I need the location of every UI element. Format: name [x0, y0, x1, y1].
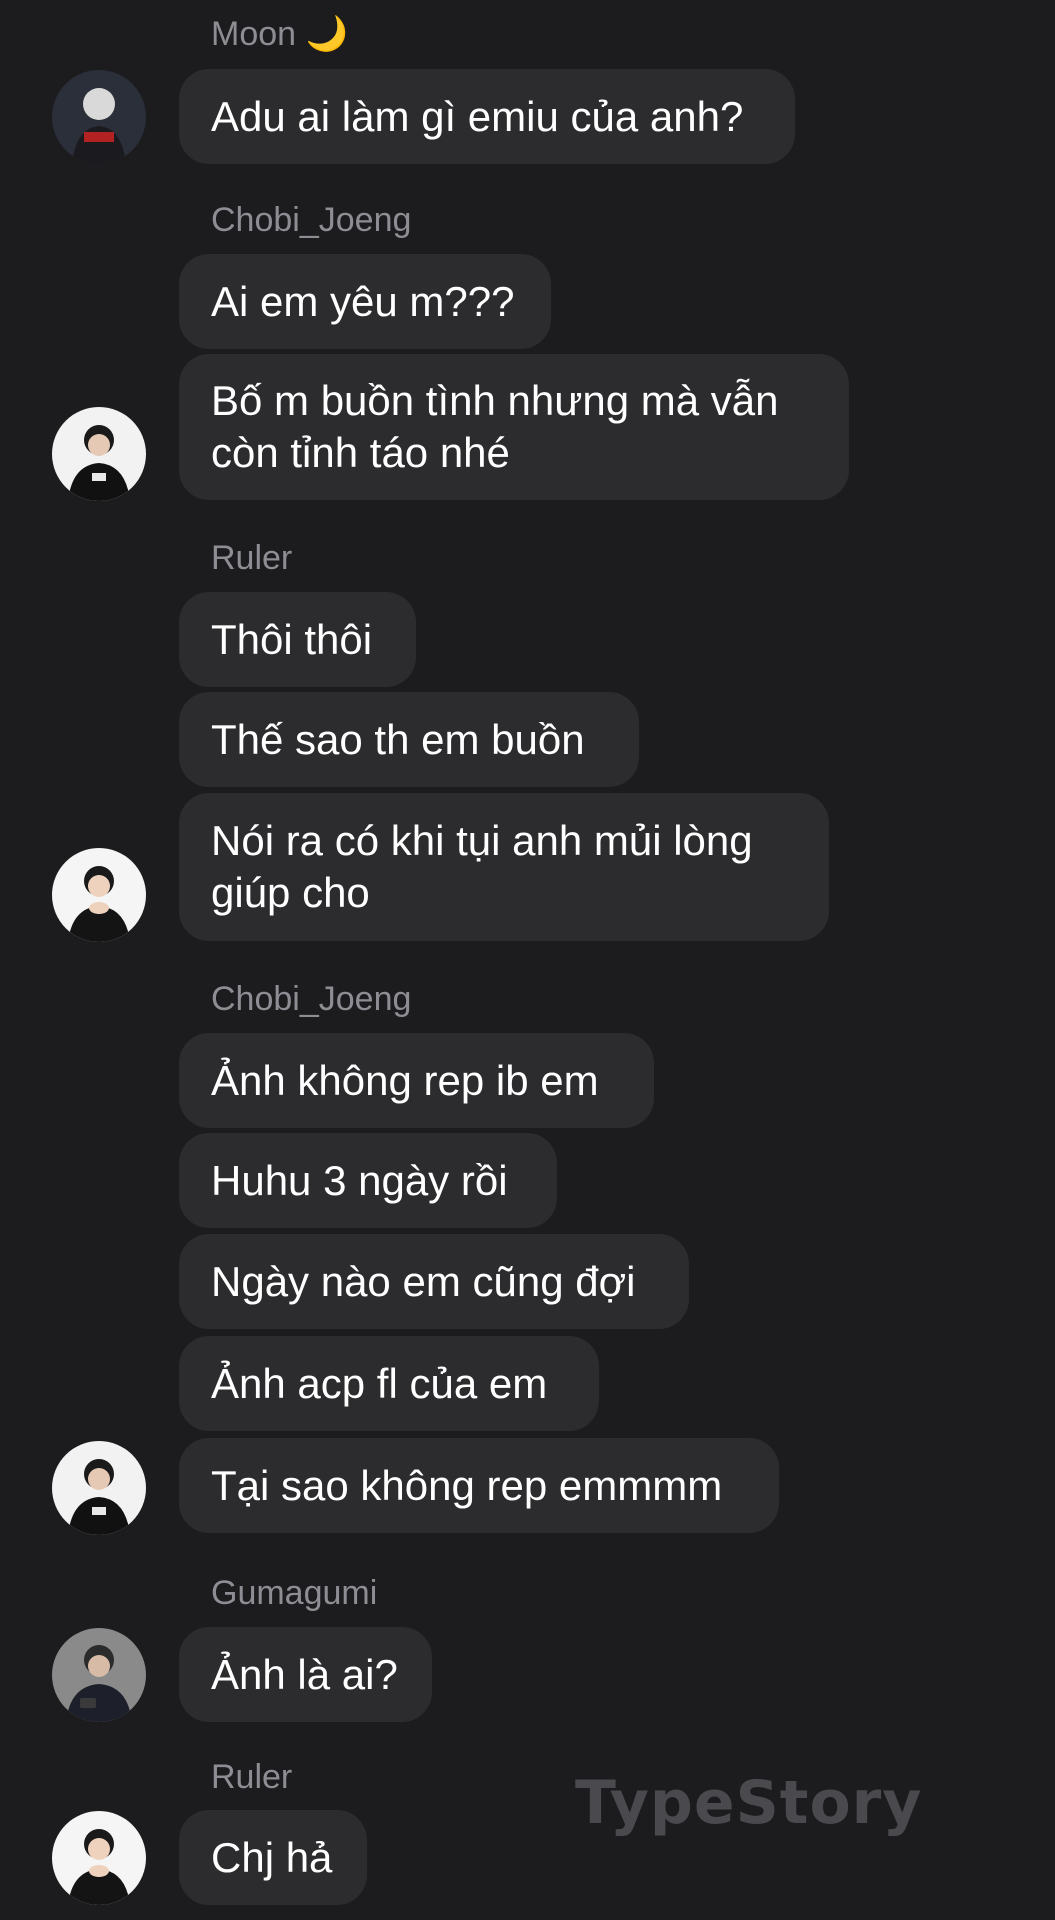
- avatar[interactable]: [52, 848, 146, 942]
- message-bubble[interactable]: Ai em yêu m???: [179, 254, 551, 349]
- sender-name: Moon 🌙: [211, 15, 348, 53]
- message-bubble[interactable]: Nói ra có khi tụi anh mủi lòng giúp cho: [179, 793, 829, 941]
- message-bubble[interactable]: Ảnh không rep ib em: [179, 1033, 654, 1128]
- avatar[interactable]: [52, 70, 146, 164]
- sender-name: Gumagumi: [211, 1574, 378, 1612]
- message-bubble[interactable]: Ảnh acp fl của em: [179, 1336, 599, 1431]
- avatar[interactable]: [52, 1441, 146, 1535]
- sender-name: Ruler: [211, 1758, 293, 1796]
- watermark-logo: TypeStory: [575, 1768, 923, 1838]
- sender-name: Chobi_Joeng: [211, 201, 412, 239]
- avatar[interactable]: [52, 407, 146, 501]
- message-bubble[interactable]: Bố m buồn tình nhưng mà vẫn còn tỉnh táo…: [179, 354, 849, 500]
- crescent-moon-emoji: 🌙: [305, 15, 348, 53]
- sender-name: Ruler: [211, 539, 293, 577]
- message-bubble[interactable]: Ảnh là ai?: [179, 1627, 432, 1722]
- avatar[interactable]: [52, 1628, 146, 1722]
- message-bubble[interactable]: Thôi thôi: [179, 592, 416, 687]
- message-bubble[interactable]: Chj hả: [179, 1810, 367, 1905]
- sender-name: Chobi_Joeng: [211, 980, 412, 1018]
- message-bubble[interactable]: Huhu 3 ngày rồi: [179, 1133, 557, 1228]
- message-bubble[interactable]: Thế sao th em buồn: [179, 692, 639, 787]
- message-bubble[interactable]: Ngày nào em cũng đợi: [179, 1234, 689, 1329]
- avatar[interactable]: [52, 1811, 146, 1905]
- message-bubble[interactable]: Tại sao không rep emmmm: [179, 1438, 779, 1533]
- message-bubble[interactable]: Adu ai làm gì emiu của anh?: [179, 69, 795, 164]
